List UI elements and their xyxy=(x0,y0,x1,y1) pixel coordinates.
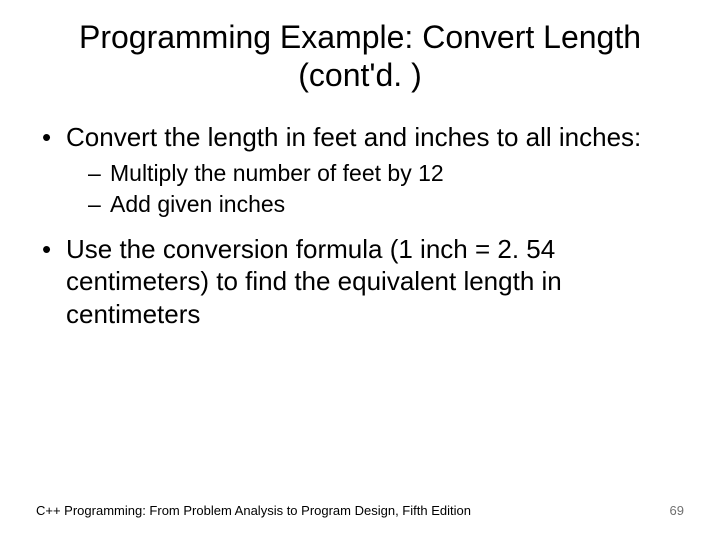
list-item: Use the conversion formula (1 inch = 2. … xyxy=(38,233,682,331)
list-item: Convert the length in feet and inches to… xyxy=(38,121,682,219)
slide-title: Programming Example: Convert Length (con… xyxy=(0,0,720,105)
slide-body: Convert the length in feet and inches to… xyxy=(0,105,720,331)
bullet-text: Convert the length in feet and inches to… xyxy=(66,122,641,152)
slide: Programming Example: Convert Length (con… xyxy=(0,0,720,540)
bullet-text: Use the conversion formula (1 inch = 2. … xyxy=(66,234,562,329)
footer-source: C++ Programming: From Problem Analysis t… xyxy=(36,503,471,518)
list-item: Multiply the number of feet by 12 xyxy=(88,159,682,188)
bullet-list: Convert the length in feet and inches to… xyxy=(38,121,682,331)
sub-list: Multiply the number of feet by 12 Add gi… xyxy=(66,159,682,219)
page-number: 69 xyxy=(670,503,684,518)
bullet-text: Multiply the number of feet by 12 xyxy=(110,160,444,186)
bullet-text: Add given inches xyxy=(110,191,285,217)
list-item: Add given inches xyxy=(88,190,682,219)
